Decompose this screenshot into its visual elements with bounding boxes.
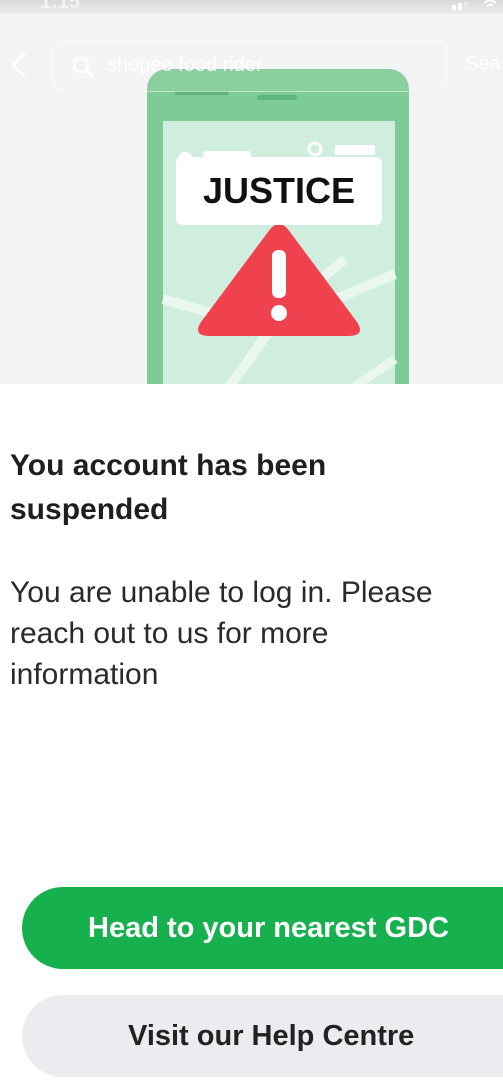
message-line: information xyxy=(10,658,159,691)
back-button[interactable] xyxy=(4,50,34,80)
wifi-icon xyxy=(483,0,497,7)
chevron-left-icon xyxy=(11,52,26,78)
search-query: shopee food rider xyxy=(107,54,263,76)
suspension-message: You are unable to log in. Please reach o… xyxy=(10,572,503,695)
suspension-title: You account has been suspended xyxy=(10,449,327,526)
message-line: You are unable to log in. Please xyxy=(10,576,433,609)
help-centre-button[interactable]: Visit our Help Centre xyxy=(22,995,503,1077)
message-line: reach out to us for more xyxy=(10,617,329,650)
justice-label: JUSTICE xyxy=(176,157,382,225)
nearest-gdc-button[interactable]: Head to your nearest GDC xyxy=(22,887,503,969)
status-bar: 1:15 xyxy=(0,0,503,14)
warning-triangle-icon xyxy=(198,224,360,336)
search-icon xyxy=(72,56,94,78)
search-button[interactable]: Sea xyxy=(465,53,501,76)
status-time: 1:15 xyxy=(40,0,81,13)
search-input[interactable]: shopee food rider xyxy=(52,40,448,92)
suspension-screen: 1:15 JUSTICE shopee food rider Sea You a… xyxy=(0,0,503,1088)
signal-icon xyxy=(452,1,468,10)
search-bar: shopee food rider Sea xyxy=(0,40,503,92)
